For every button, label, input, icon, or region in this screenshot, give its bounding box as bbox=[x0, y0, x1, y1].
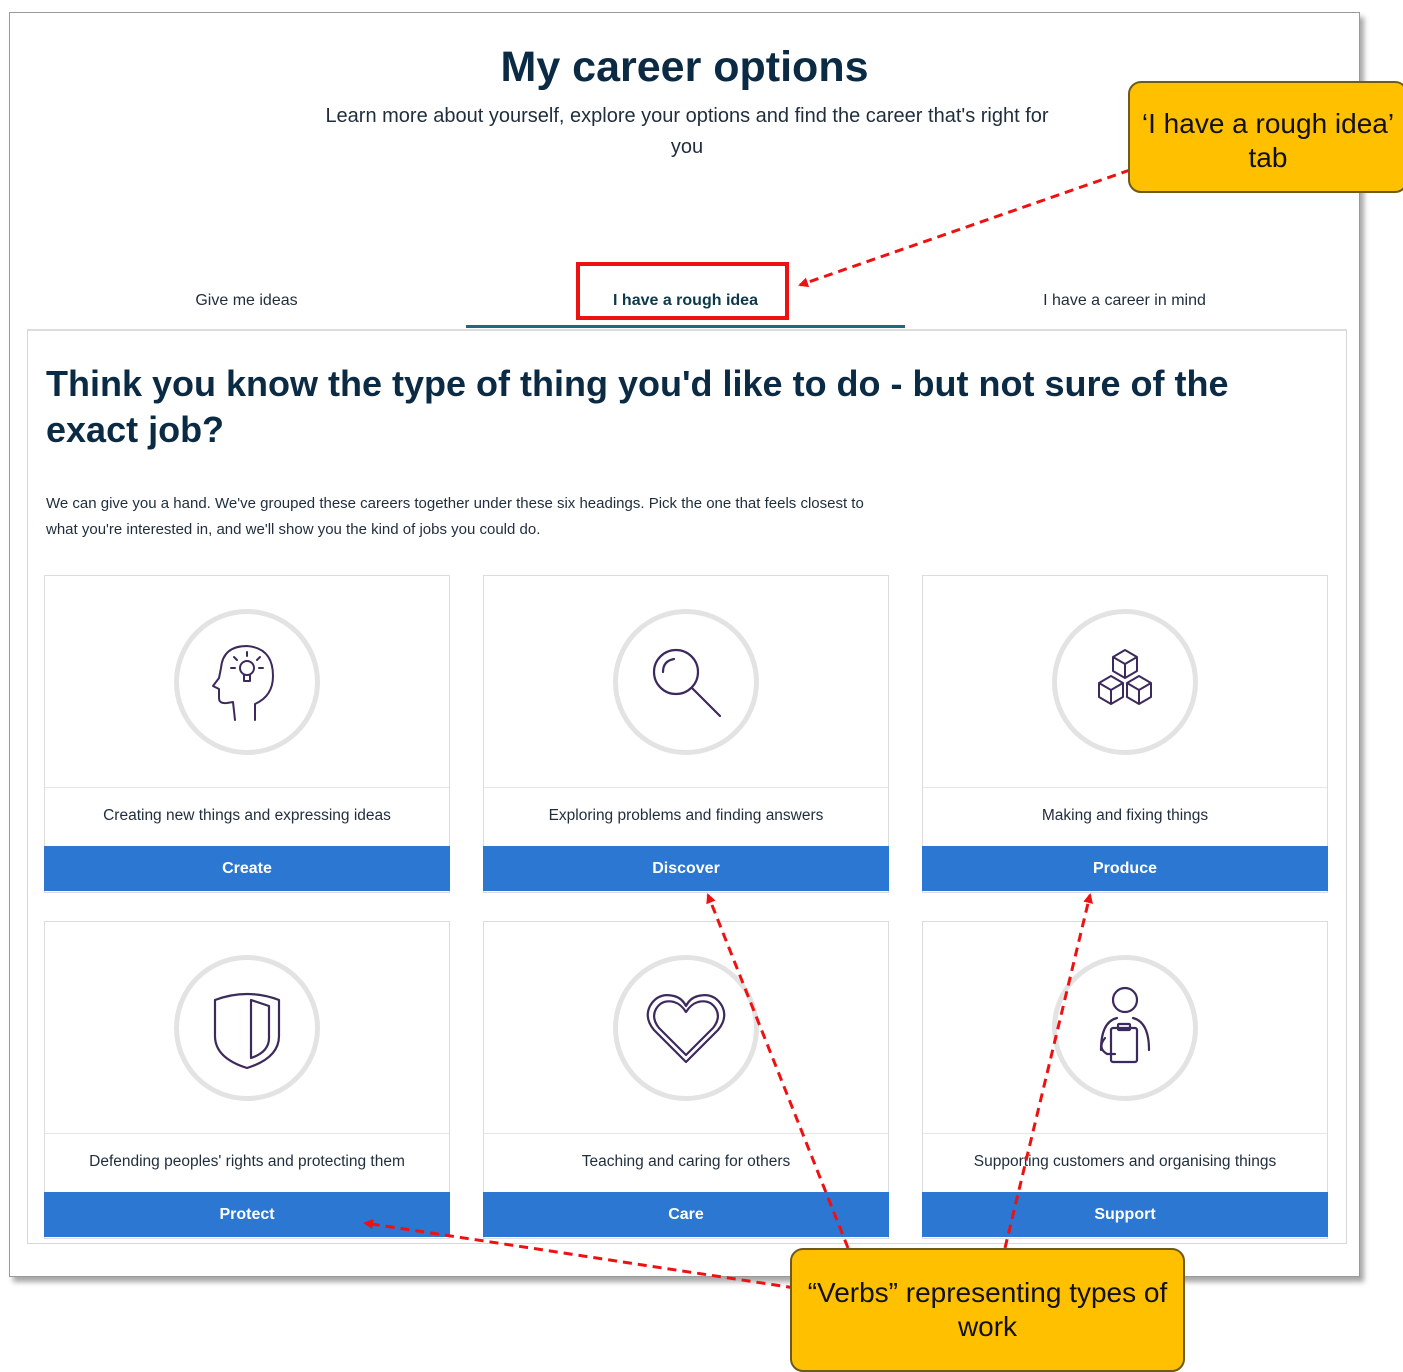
verbs-callout: “Verbs” representing types of work bbox=[790, 1248, 1185, 1372]
career-card-create: Creating new things and expressing ideas… bbox=[44, 575, 450, 893]
shield-icon bbox=[213, 992, 281, 1070]
card-description: Supporting customers and organising thin… bbox=[973, 1153, 1277, 1170]
card-divider bbox=[45, 787, 449, 788]
create-button[interactable]: Create bbox=[44, 846, 450, 891]
person-clipboard-icon bbox=[1099, 986, 1151, 1064]
heart-icon bbox=[646, 994, 726, 1064]
card-divider bbox=[923, 787, 1327, 788]
care-button[interactable]: Care bbox=[483, 1192, 889, 1237]
support-button[interactable]: Support bbox=[922, 1192, 1328, 1237]
card-description: Teaching and caring for others bbox=[581, 1153, 791, 1170]
tab-give-me-ideas[interactable]: Give me ideas bbox=[27, 288, 466, 328]
panel-intro: We can give you a hand. We've grouped th… bbox=[46, 495, 864, 538]
card-description: Creating new things and expressing ideas bbox=[103, 807, 391, 824]
active-tab-highlight bbox=[576, 262, 789, 320]
card-divider bbox=[923, 1133, 1327, 1134]
icon-circle bbox=[613, 609, 759, 755]
page-subtitle: Learn more about yourself, explore your … bbox=[325, 105, 1049, 158]
career-card-care: Teaching and caring for others Care bbox=[483, 921, 889, 1239]
icon-circle bbox=[174, 609, 320, 755]
career-card-protect: Defending peoples' rights and protecting… bbox=[44, 921, 450, 1239]
career-card-discover: Exploring problems and finding answers D… bbox=[483, 575, 889, 893]
career-card-support: Supporting customers and organising thin… bbox=[922, 921, 1328, 1239]
tab-panel: Think you know the type of thing you'd l… bbox=[27, 329, 1347, 1244]
tab-career-in-mind[interactable]: I have a career in mind bbox=[905, 288, 1344, 328]
protect-button[interactable]: Protect bbox=[44, 1192, 450, 1237]
tab-callout: ‘I have a rough idea’ tab bbox=[1128, 81, 1403, 193]
stacked-cubes-icon bbox=[1098, 649, 1152, 705]
discover-button[interactable]: Discover bbox=[483, 846, 889, 891]
head-lightbulb-icon bbox=[212, 645, 274, 721]
card-description: Making and fixing things bbox=[1041, 807, 1209, 824]
panel-heading: Think you know the type of thing you'd l… bbox=[46, 363, 1229, 450]
icon-circle bbox=[613, 955, 759, 1101]
magnifying-glass-icon bbox=[652, 648, 722, 718]
card-divider bbox=[484, 787, 888, 788]
produce-button[interactable]: Produce bbox=[922, 846, 1328, 891]
icon-circle bbox=[1052, 609, 1198, 755]
career-card-produce: Making and fixing things Produce bbox=[922, 575, 1328, 893]
card-divider bbox=[45, 1133, 449, 1134]
card-divider bbox=[484, 1133, 888, 1134]
card-description: Exploring problems and finding answers bbox=[548, 807, 824, 824]
card-description: Defending peoples' rights and protecting… bbox=[89, 1153, 405, 1170]
page-frame: My career options Learn more about yours… bbox=[9, 12, 1360, 1277]
icon-circle bbox=[1052, 955, 1198, 1101]
icon-circle bbox=[174, 955, 320, 1101]
